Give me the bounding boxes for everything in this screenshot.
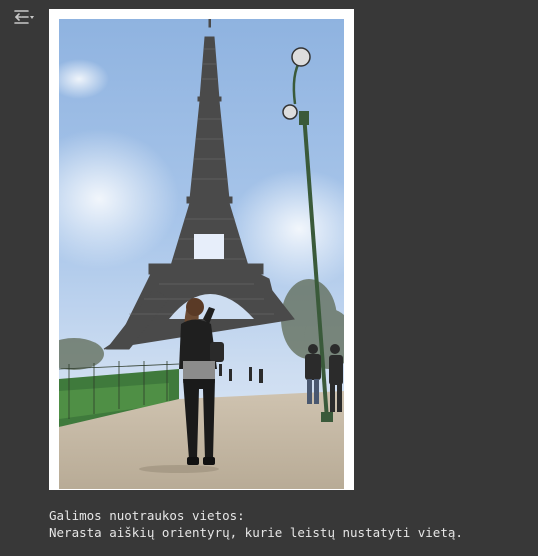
cell-output-area: Galimos nuotraukos vietos: Nerasta aiškių… [0, 0, 538, 556]
output-line-2: Nerasta aiškių orientyrų, kurie leistų n… [49, 524, 463, 540]
text-output: Galimos nuotraukos vietos: Nerasta aiškių… [49, 508, 463, 541]
output-image [49, 9, 354, 490]
output-line-1: Galimos nuotraukos vietos: [49, 508, 245, 523]
eiffel-tower-photo [59, 19, 344, 489]
output-collapse-icon[interactable] [13, 8, 35, 28]
